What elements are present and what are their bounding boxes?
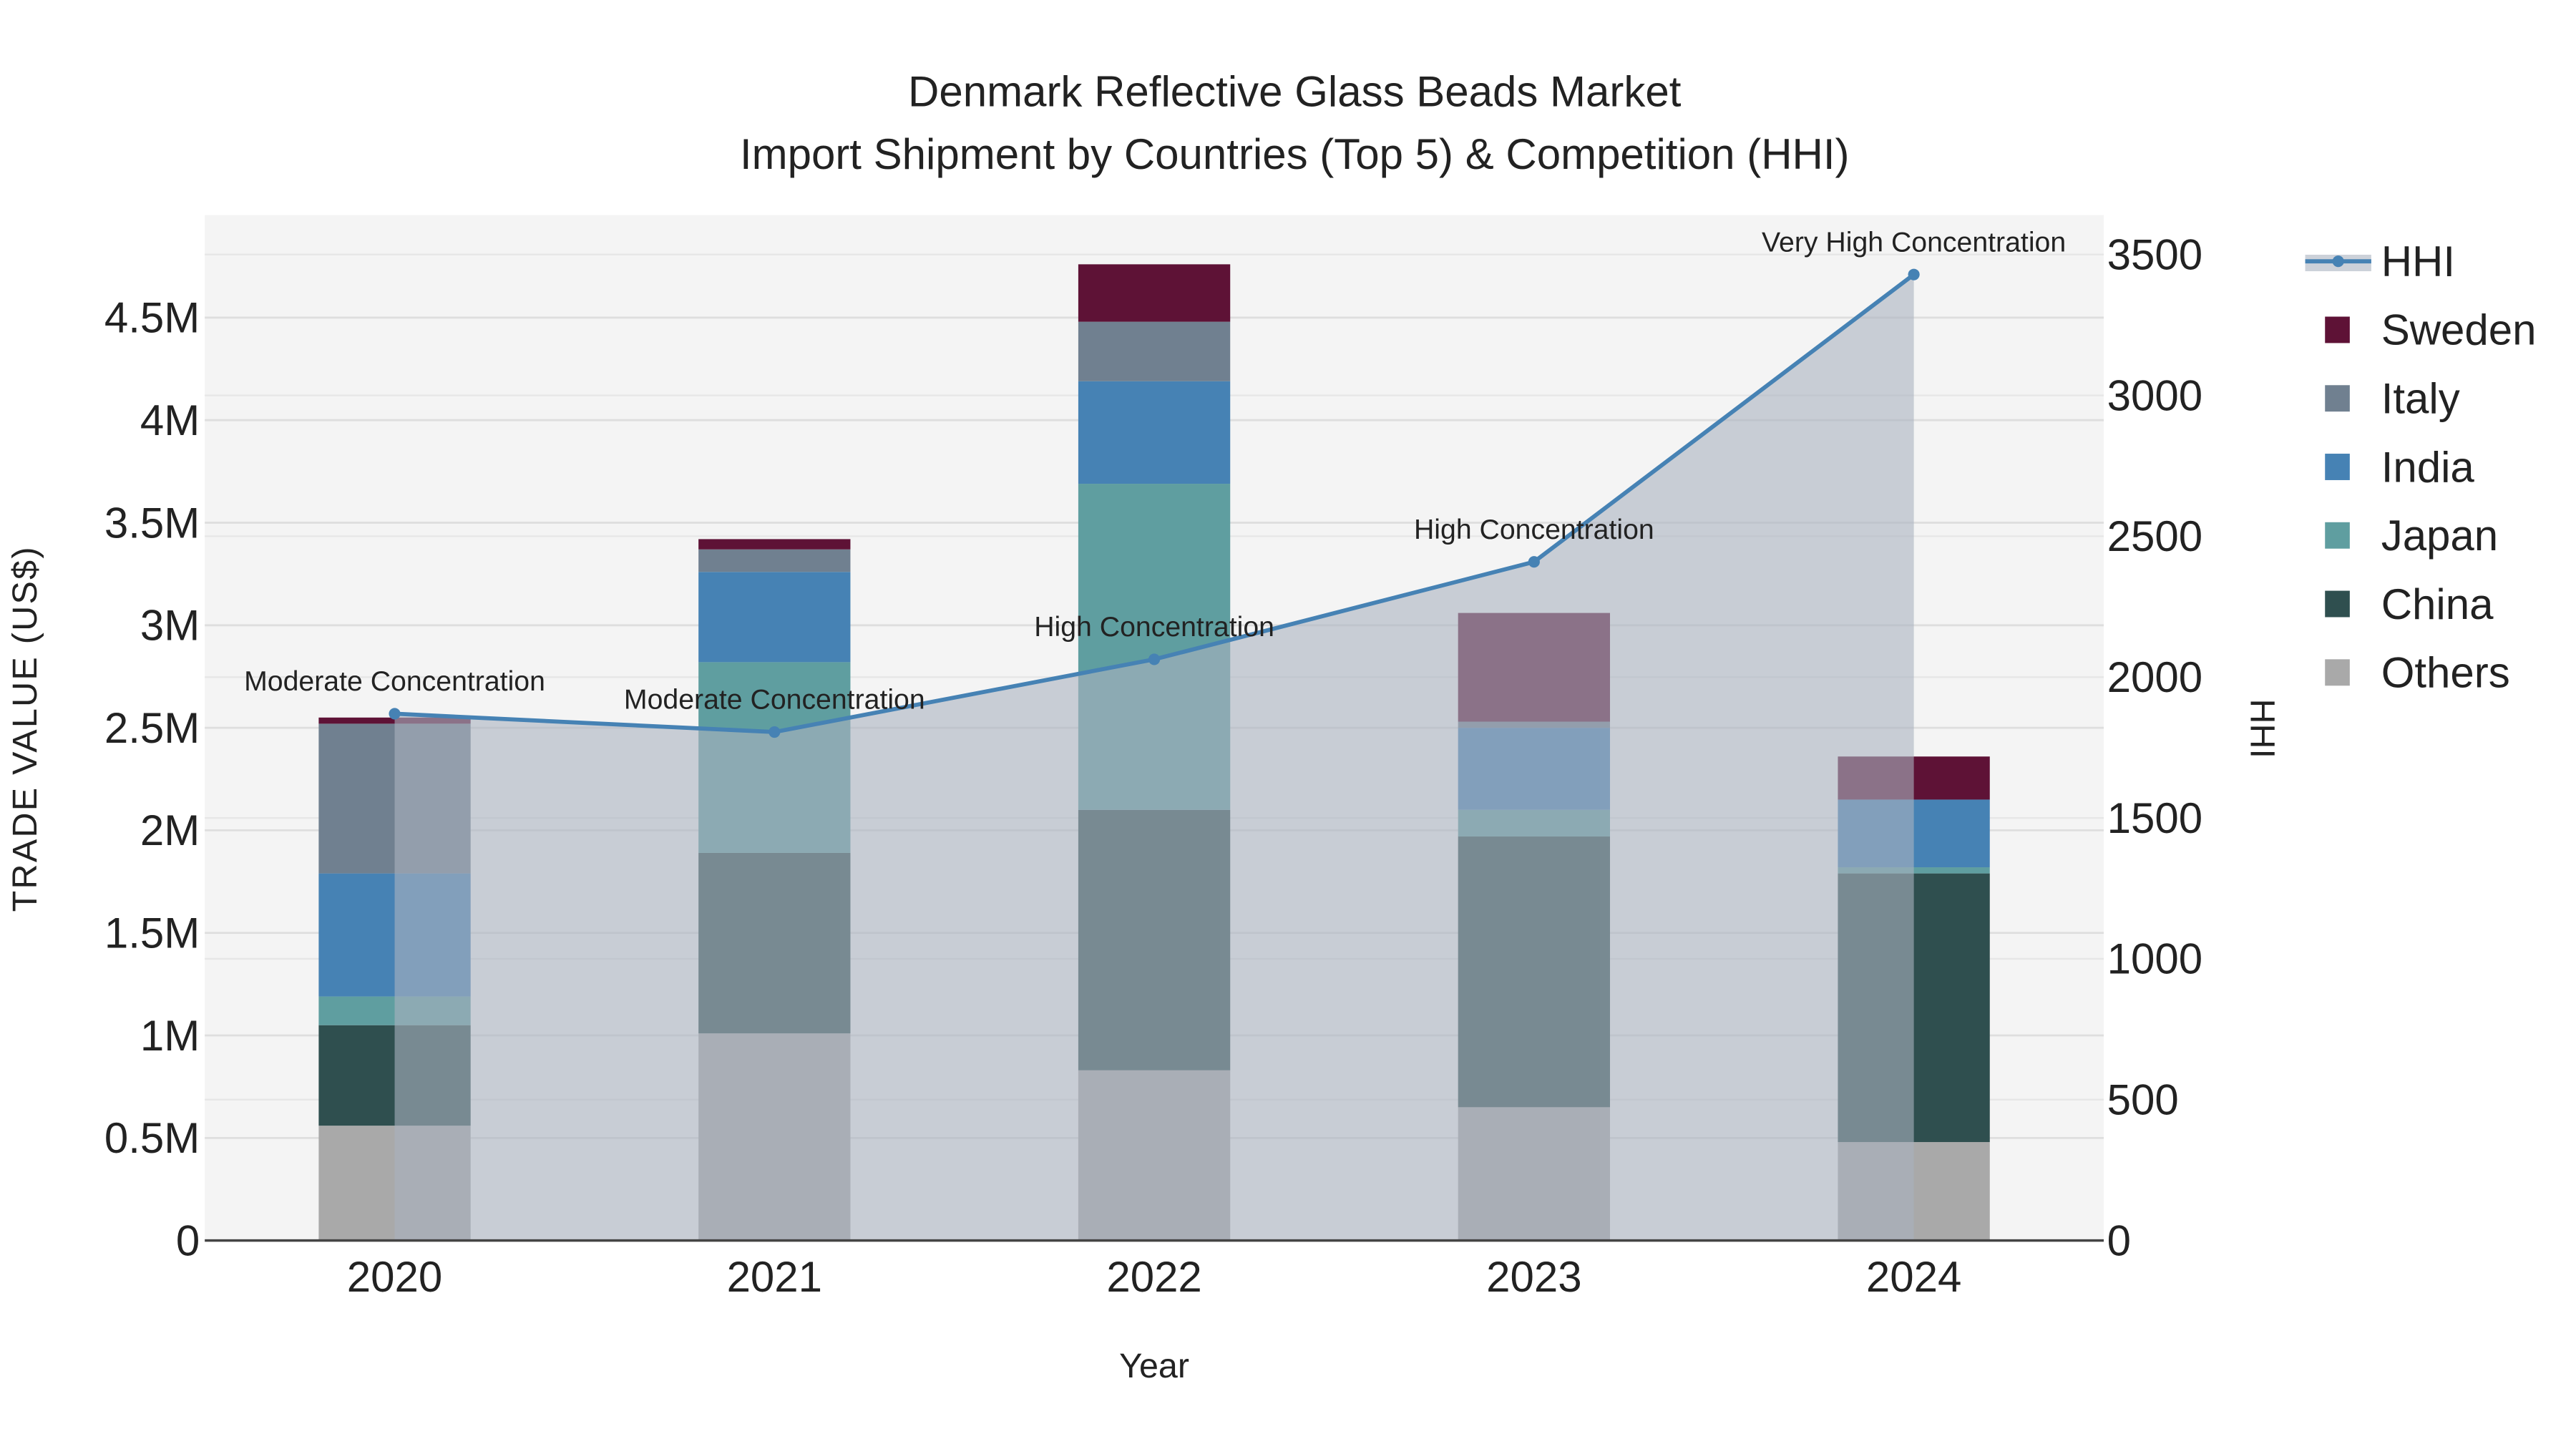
y-tick-label: 0.5M: [104, 1114, 200, 1162]
x-tick-label: 2021: [727, 1253, 822, 1301]
y2-tick-label: 0: [2107, 1216, 2131, 1264]
y2-tick-label: 1500: [2107, 794, 2202, 842]
y-tick-label: 2M: [140, 806, 200, 854]
hhi-point-2023: [1528, 556, 1540, 568]
hhi-point-2022: [1148, 653, 1161, 665]
legend-swatch: [2325, 385, 2350, 412]
legend-swatch: [2325, 316, 2350, 343]
legend-swatch: [2325, 522, 2350, 549]
y-tick-label: 3M: [140, 602, 200, 650]
y2-tick-label: 3500: [2107, 230, 2202, 278]
y-tick-label: 4.5M: [104, 294, 200, 342]
bar-sweden-2021: [698, 539, 851, 550]
x-tick-label: 2020: [347, 1253, 442, 1301]
hhi-annotation: Moderate Concentration: [244, 665, 545, 697]
chart-subtitle: Import Shipment by Countries (Top 5) & C…: [740, 130, 1850, 178]
hhi-annotation: High Concentration: [1034, 611, 1274, 643]
y2-tick-label: 2000: [2107, 653, 2202, 701]
y-tick-label: 3.5M: [104, 499, 200, 547]
y2-tick-label: 1000: [2107, 935, 2202, 983]
hhi-annotation: Moderate Concentration: [624, 684, 925, 716]
legend-label: HHI: [2381, 238, 2455, 286]
legend-label: Japan: [2381, 512, 2498, 560]
y-axis-title: TRADE VALUE (US$): [6, 545, 44, 912]
y-tick-label: 2.5M: [104, 704, 200, 752]
y2-tick-label: 500: [2107, 1076, 2179, 1124]
hhi-point-2020: [389, 708, 401, 720]
legend-swatch: [2325, 454, 2350, 480]
hhi-annotation: High Concentration: [1414, 514, 1654, 545]
x-tick-label: 2022: [1106, 1253, 1201, 1301]
y-tick-label: 0: [176, 1216, 200, 1264]
bar-india-2022: [1078, 381, 1231, 484]
y-tick-label: 1M: [140, 1012, 200, 1060]
legend-swatch: [2325, 659, 2350, 686]
hhi-point-2024: [1908, 268, 1920, 280]
y2-axis-title: HHI: [2243, 699, 2281, 758]
hhi-annotation: Very High Concentration: [1762, 226, 2066, 258]
x-tick-label: 2024: [1866, 1253, 1961, 1301]
y2-tick-label: 2500: [2107, 512, 2202, 560]
bar-india-2021: [698, 572, 851, 663]
legend-label: Italy: [2381, 375, 2460, 423]
legend-swatch: [2325, 590, 2350, 618]
legend-hhi-marker: [2332, 255, 2344, 268]
y2-tick-label: 3000: [2107, 371, 2202, 419]
legend-label: India: [2381, 443, 2475, 491]
bar-sweden-2022: [1078, 264, 1231, 322]
hhi-point-2021: [769, 726, 781, 738]
legend-label: Sweden: [2381, 306, 2537, 354]
y-tick-label: 4M: [140, 396, 200, 444]
legend-label: Others: [2381, 649, 2510, 697]
x-axis-title: Year: [1119, 1347, 1189, 1385]
chart: Denmark Reflective Glass Beads Market Im…: [0, 0, 2576, 1449]
y-tick-label: 1.5M: [104, 909, 200, 957]
legend-label: China: [2381, 580, 2494, 628]
x-tick-label: 2023: [1486, 1253, 1581, 1301]
bar-italy-2022: [1078, 321, 1231, 381]
bar-italy-2021: [698, 549, 851, 572]
chart-title: Denmark Reflective Glass Beads Market: [908, 67, 1682, 115]
